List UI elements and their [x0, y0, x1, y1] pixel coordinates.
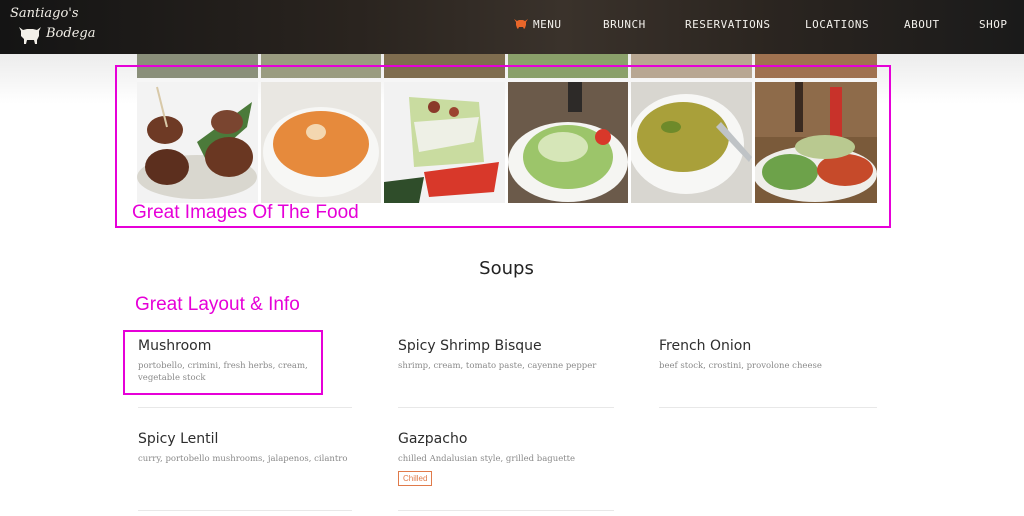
nav-item-brunch[interactable]: BRUNCH [603, 18, 646, 31]
divider [138, 407, 352, 408]
menu-item-description: beef stock, crostini, provolone cheese [659, 361, 822, 371]
divider [659, 407, 877, 408]
annotation-images: Great Images Of The Food [132, 202, 359, 223]
section-title: Soups [479, 258, 534, 279]
menu-item-description: chilled Andalusian style, grilled baguet… [398, 454, 576, 464]
menu-item-name: French Onion [659, 338, 752, 354]
divider [398, 407, 614, 408]
nav-item-reservations[interactable]: RESERVATIONS [685, 18, 770, 31]
menu-item-name: Mushroom [138, 338, 212, 354]
nav-label: MENU [533, 18, 562, 31]
menu-item-name: Spicy Lentil [138, 431, 219, 447]
chilled-badge: Chilled [398, 471, 433, 486]
divider [398, 510, 614, 511]
annotation-layout: Great Layout & Info [135, 294, 300, 315]
divider [138, 510, 352, 511]
site-header: Santiago's Bodega MENU BRUNCH RESERVATIO… [0, 0, 1024, 54]
menu-item-description: portobello, crimini, fresh herbs, cream,… [138, 361, 308, 383]
menu-item-description: curry, portobello mushrooms, jalapenos, … [138, 454, 348, 464]
menu-item-name: Spicy Shrimp Bisque [398, 338, 542, 354]
nav-item-shop[interactable]: SHOP [979, 18, 1008, 31]
menu-item-description: shrimp, cream, tomato paste, cayenne pep… [398, 361, 597, 371]
menu-item-name: Gazpacho [398, 431, 468, 447]
bull-icon [514, 19, 528, 29]
nav-item-locations[interactable]: LOCATIONS [805, 18, 869, 31]
nav-item-menu[interactable]: MENU [514, 18, 562, 31]
nav-item-about[interactable]: ABOUT [904, 18, 940, 31]
main-nav: MENU BRUNCH RESERVATIONS LOCATIONS ABOUT… [0, 18, 1024, 34]
